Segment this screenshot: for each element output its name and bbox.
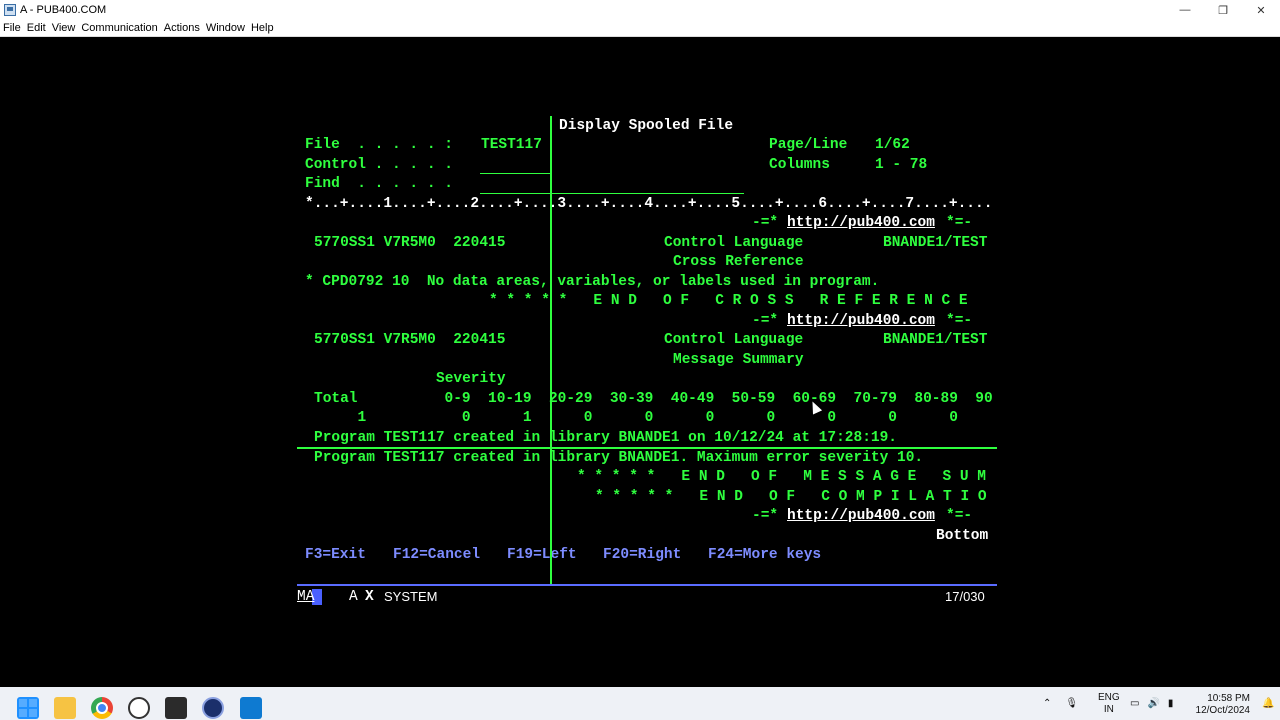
end-of-cross-reference: * * * * * E N D O F C R O S S R E F E R … bbox=[489, 293, 968, 309]
product-line: 5770SS1 V7R5M0 220415 bbox=[314, 332, 506, 348]
menu-window[interactable]: Window bbox=[206, 22, 245, 34]
url-prefix: -=* bbox=[752, 313, 779, 329]
url-suffix: *=- bbox=[946, 215, 973, 231]
menu-communication[interactable]: Communication bbox=[81, 22, 157, 34]
system-tray: ⌃ 🎙 bbox=[1043, 687, 1092, 720]
cpd-message: * CPD0792 10 No data areas, variables, o… bbox=[305, 274, 880, 290]
maximize-button[interactable]: ❐ bbox=[1204, 0, 1242, 20]
severity-count-row: 1 0 1 0 0 0 0 0 0 0 bbox=[314, 410, 958, 426]
find-input[interactable] bbox=[480, 193, 744, 194]
notification-bell-icon[interactable]: 🔔 bbox=[1262, 687, 1274, 720]
f24-more-keys[interactable]: F24=More keys bbox=[708, 546, 821, 564]
severity-total-row: Total 0-9 10-19 20-29 30-39 40-49 50-59 … bbox=[314, 391, 993, 407]
url-suffix: *=- bbox=[946, 508, 973, 524]
terminal-icon[interactable] bbox=[165, 697, 187, 719]
chevron-up-icon[interactable]: ⌃ bbox=[1043, 698, 1051, 709]
url-prefix: -=* bbox=[752, 215, 779, 231]
f20-right-key[interactable]: F20=Right bbox=[603, 546, 681, 564]
windows-start-icon[interactable] bbox=[17, 697, 39, 719]
message-summary-title: Message Summary bbox=[673, 352, 804, 368]
obs-icon[interactable] bbox=[128, 697, 150, 719]
pageline-label: Page/Line bbox=[769, 137, 848, 153]
pageline-value: 1/62 bbox=[875, 137, 910, 153]
network-volume-battery[interactable]: ▭ 🔊 ▮ bbox=[1130, 687, 1173, 720]
program-created-message: Program TEST117 created in library BNAND… bbox=[314, 430, 897, 446]
cross-reference-title: Cross Reference bbox=[673, 254, 804, 270]
status-a: A bbox=[349, 589, 358, 605]
url-suffix: *=- bbox=[946, 313, 973, 329]
menu-help[interactable]: Help bbox=[251, 22, 274, 34]
battery-icon: ▮ bbox=[1167, 698, 1174, 709]
url-link[interactable]: http://pub400.com bbox=[787, 312, 935, 330]
status-ma: MA bbox=[297, 589, 315, 605]
menu-actions[interactable]: Actions bbox=[164, 22, 200, 34]
menu-view[interactable]: View bbox=[52, 22, 76, 34]
cursor-position: 17/030 bbox=[945, 589, 985, 604]
emulator-app-icon bbox=[4, 4, 16, 16]
minimize-button[interactable]: — bbox=[1166, 0, 1204, 20]
ibm-access-client-icon[interactable] bbox=[202, 697, 224, 719]
status-separator-line bbox=[297, 584, 997, 586]
menu-file[interactable]: File bbox=[3, 22, 21, 34]
find-label: Find . . . . . . bbox=[305, 176, 453, 192]
vscode-icon[interactable] bbox=[240, 697, 262, 719]
volume-icon: 🔊 bbox=[1147, 698, 1160, 709]
columns-value: 1 - 78 bbox=[875, 157, 928, 173]
language-indicator[interactable]: ENG IN bbox=[1098, 687, 1120, 720]
network-icon: ▭ bbox=[1130, 698, 1140, 709]
control-language-title: Control Language bbox=[664, 235, 804, 251]
f3-exit-key[interactable]: F3=Exit bbox=[305, 546, 366, 564]
file-label: File . . . . . : bbox=[305, 137, 453, 153]
menu-bar: File Edit View Communication Actions Win… bbox=[0, 20, 1280, 37]
menu-edit[interactable]: Edit bbox=[27, 22, 46, 34]
crosshair-vertical-line bbox=[550, 116, 552, 584]
bottom-indicator: Bottom bbox=[936, 528, 989, 544]
status-system: SYSTEM bbox=[384, 589, 438, 604]
end-of-compilation: * * * * * E N D O F C O M P I L A T I O bbox=[595, 489, 987, 505]
clock-time: 10:58 PM bbox=[1207, 693, 1250, 704]
file-explorer-icon[interactable] bbox=[54, 697, 76, 719]
column-ruler: *...+....1....+....2....+....3....+....4… bbox=[305, 196, 993, 212]
library-program: BNANDE1/TEST bbox=[883, 332, 988, 348]
severity-label: Severity bbox=[436, 371, 506, 387]
url-link[interactable]: http://pub400.com bbox=[787, 507, 935, 525]
control-label: Control . . . . . bbox=[305, 157, 453, 173]
language-code: ENG bbox=[1098, 691, 1120, 703]
window-title: A - PUB400.COM bbox=[20, 4, 107, 16]
columns-label: Columns bbox=[769, 157, 830, 173]
url-link[interactable]: http://pub400.com bbox=[787, 214, 935, 232]
microphone-icon[interactable]: 🎙 bbox=[1065, 698, 1078, 709]
close-button[interactable]: ✕ bbox=[1242, 0, 1280, 20]
region-code: IN bbox=[1103, 703, 1114, 715]
url-prefix: -=* bbox=[752, 508, 779, 524]
product-line: 5770SS1 V7R5M0 220415 bbox=[314, 235, 506, 251]
program-created-severity: Program TEST117 created in library BNAND… bbox=[314, 450, 924, 466]
clock-date: 12/Oct/2024 bbox=[1195, 705, 1250, 716]
chrome-icon[interactable] bbox=[91, 697, 113, 719]
window-controls: — ❐ ✕ bbox=[1166, 0, 1280, 20]
control-language-title: Control Language bbox=[664, 332, 804, 348]
window-title-bar: A - PUB400.COM — ❐ ✕ bbox=[0, 0, 1280, 20]
clock[interactable]: 10:58 PM 12/Oct/2024 bbox=[1196, 693, 1250, 717]
f12-cancel-key[interactable]: F12=Cancel bbox=[393, 546, 480, 564]
end-of-message-summary: * * * * * E N D O F M E S S A G E S U M bbox=[577, 469, 986, 485]
status-x-icon: X bbox=[365, 589, 374, 605]
f19-left-key[interactable]: F19=Left bbox=[507, 546, 577, 564]
file-value: TEST117 bbox=[481, 137, 542, 153]
screen-heading: Display Spooled File bbox=[559, 118, 734, 134]
library-program: BNANDE1/TEST bbox=[883, 235, 988, 251]
control-input[interactable] bbox=[480, 173, 550, 174]
